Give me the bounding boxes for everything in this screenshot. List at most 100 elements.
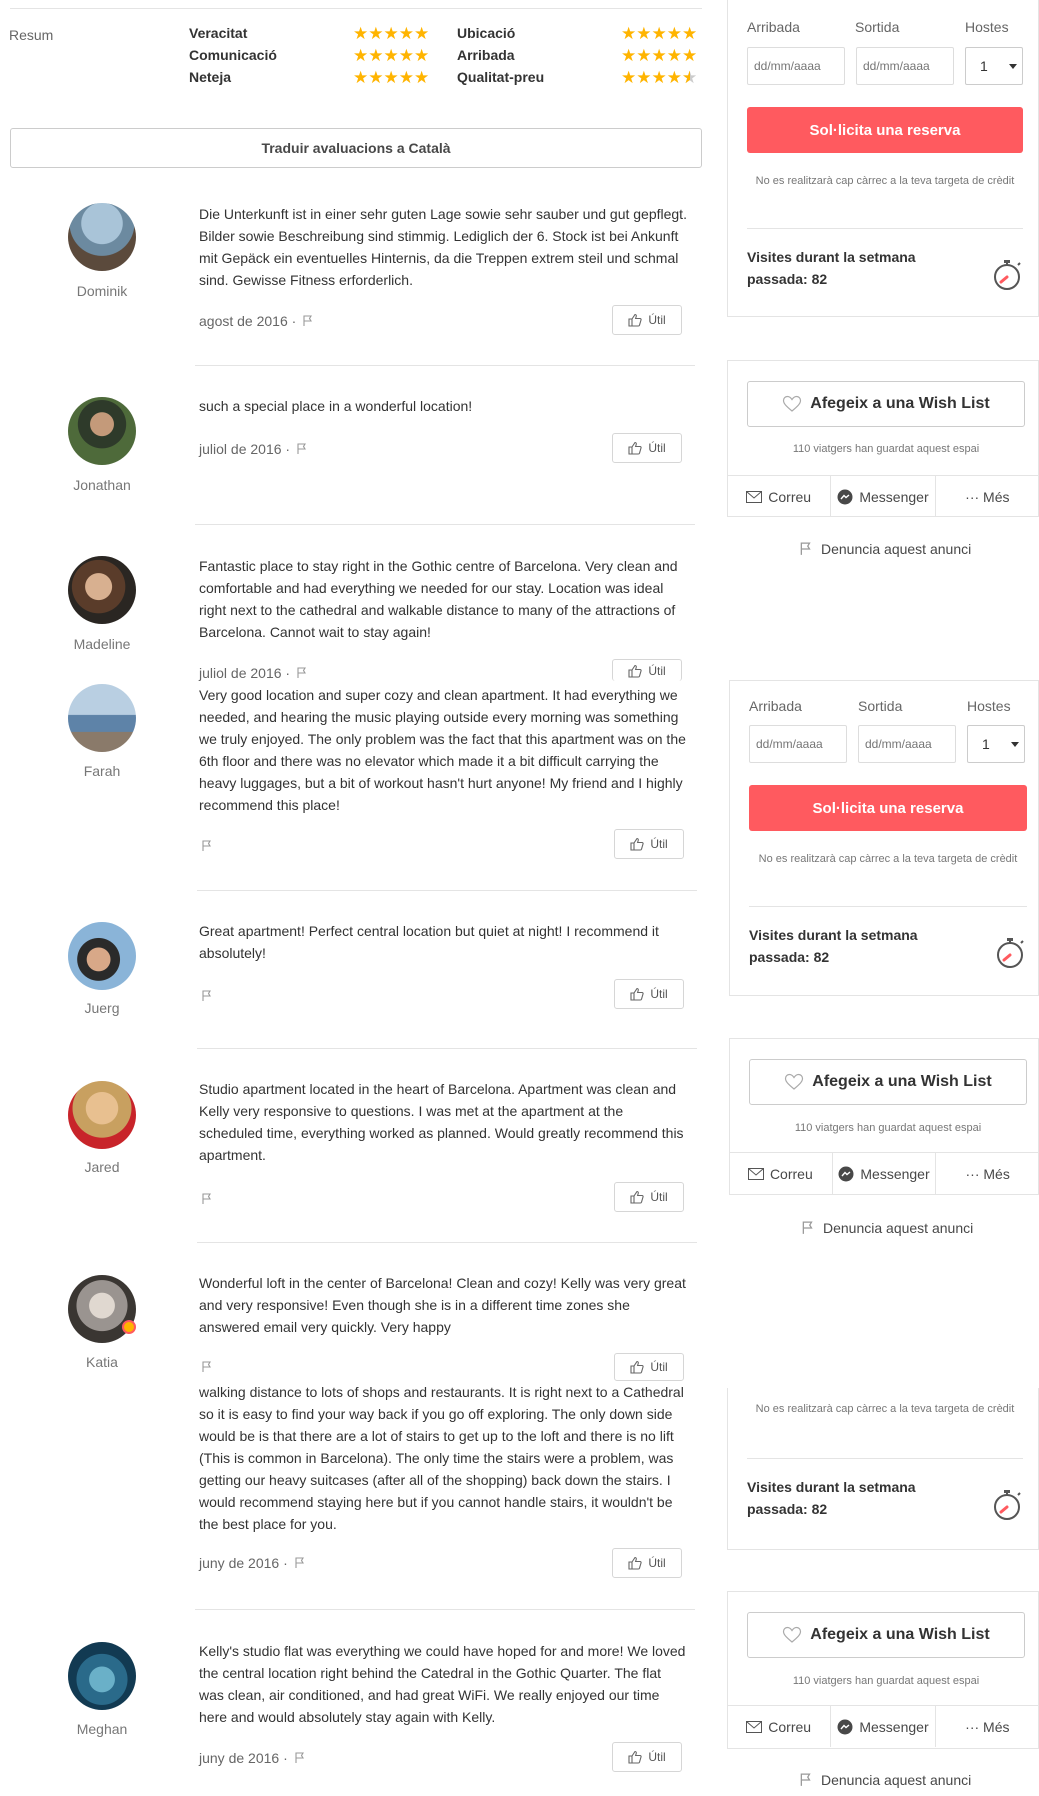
review-date	[199, 988, 213, 1004]
review-text: Kelly's studio flat was everything we co…	[199, 1643, 686, 1725]
flag-icon[interactable]	[294, 1557, 306, 1569]
thumbs-up-icon	[628, 1556, 642, 1570]
add-to-wishlist-button[interactable]: Afegeix a una Wish List	[749, 1059, 1027, 1105]
helpful-button[interactable]: Útil	[612, 433, 682, 463]
guests-value: 1	[980, 58, 988, 74]
share-messenger-label: Messenger	[859, 1718, 929, 1735]
thumbs-up-icon	[628, 313, 642, 327]
reviewer-name[interactable]: Jonathan	[52, 477, 152, 493]
flag-icon	[801, 1221, 815, 1235]
no-charge-note: No es realitzarà cap càrrec a la teva ta…	[758, 853, 1018, 865]
wishlist-label: Afegeix a una Wish List	[810, 1626, 990, 1643]
request-booking-button[interactable]: Sol·licita una reserva	[749, 785, 1027, 831]
flag-icon[interactable]	[201, 1361, 213, 1373]
guests-select[interactable]: 1	[967, 725, 1025, 763]
reviewer-name[interactable]: Dominik	[52, 283, 152, 299]
flag-icon[interactable]	[296, 667, 308, 679]
helpful-button[interactable]: Útil	[612, 659, 682, 681]
departure-date-input[interactable]	[858, 725, 956, 763]
saved-count: 110 viatgers han guardat aquest espai	[792, 443, 980, 455]
flag-icon[interactable]	[294, 1752, 306, 1764]
review-date-text: juliol de 2016 ·	[199, 441, 291, 457]
thumbs-up-icon	[628, 664, 642, 678]
mail-icon	[746, 491, 762, 503]
avatar[interactable]	[68, 1642, 136, 1710]
arrival-date-input[interactable]	[747, 47, 845, 85]
share-messenger-button[interactable]: Messenger	[830, 1706, 934, 1747]
share-email-label: Correu	[769, 1165, 813, 1182]
flag-icon[interactable]	[302, 315, 314, 327]
helpful-button[interactable]: Útil	[614, 979, 684, 1009]
rating-name: Qualitat-preu	[457, 69, 545, 85]
summary-label: Resum	[9, 27, 54, 43]
flag-icon[interactable]	[201, 840, 213, 852]
review-text: Fantastic place to stay right in the Got…	[199, 558, 678, 640]
share-more-button[interactable]: ··· Més	[934, 1706, 1039, 1747]
flag-icon[interactable]	[201, 990, 213, 1002]
reviewer-name[interactable]: Madeline	[52, 636, 152, 652]
report-listing-link[interactable]: Denuncia aquest anunci	[797, 1772, 971, 1788]
helpful-button[interactable]: Útil	[614, 829, 684, 859]
share-bar: Correu Messenger ··· Més	[727, 1705, 1039, 1747]
share-messenger-button[interactable]: Messenger	[831, 1153, 936, 1194]
share-more-button[interactable]: ··· Més	[935, 1153, 1039, 1194]
flag-icon	[799, 1773, 813, 1787]
share-email-button[interactable]: Correu	[727, 1706, 830, 1747]
departure-date-input[interactable]	[856, 47, 954, 85]
reviewer-name[interactable]: Katia	[52, 1354, 152, 1370]
reviewer-name[interactable]: Meghan	[52, 1721, 152, 1737]
review-text: Great apartment! Perfect central locatio…	[199, 923, 659, 961]
messenger-icon	[838, 1166, 854, 1182]
no-charge-note: No es realitzarà cap càrrec a la teva ta…	[755, 175, 1015, 187]
report-listing-link[interactable]: Denuncia aquest anunci	[799, 1220, 973, 1236]
helpful-button[interactable]: Útil	[614, 1182, 684, 1212]
thumbs-up-icon	[630, 1190, 644, 1204]
panel-divider	[747, 1458, 1023, 1459]
weekly-visits: Visites durant la setmana passada: 82	[747, 249, 916, 287]
flag-icon[interactable]	[201, 1193, 213, 1205]
helpful-button[interactable]: Útil	[612, 1548, 682, 1578]
share-messenger-button[interactable]: Messenger	[830, 476, 934, 517]
helpful-button[interactable]: Útil	[614, 1353, 684, 1381]
star-rating: ★★★★★	[621, 46, 698, 65]
reviewer-name[interactable]: Jared	[52, 1159, 152, 1175]
avatar[interactable]	[68, 922, 136, 990]
add-to-wishlist-button[interactable]: Afegeix a una Wish List	[747, 381, 1025, 427]
share-email-button[interactable]: Correu	[727, 476, 830, 517]
avatar[interactable]	[68, 397, 136, 465]
reviewer-name[interactable]: Juerg	[52, 1000, 152, 1016]
translate-reviews-button[interactable]: Traduir avaluacions a Català	[10, 128, 702, 168]
avatar[interactable]	[68, 1081, 136, 1149]
saved-count: 110 viatgers han guardat aquest espai	[794, 1122, 982, 1134]
helpful-label: Útil	[648, 1556, 666, 1570]
review-divider	[197, 1242, 697, 1243]
share-messenger-label: Messenger	[859, 488, 929, 505]
arrival-date-input[interactable]	[749, 725, 847, 763]
helpful-label: Útil	[648, 1750, 666, 1764]
guests-select[interactable]: 1	[965, 47, 1023, 85]
rating-name: Arribada	[457, 47, 515, 63]
review-date-text: agost de 2016 ·	[199, 313, 297, 329]
flag-icon[interactable]	[296, 443, 308, 455]
helpful-label: Útil	[650, 837, 668, 851]
add-to-wishlist-button[interactable]: Afegeix a una Wish List	[747, 1612, 1025, 1658]
helpful-button[interactable]: Útil	[612, 305, 682, 335]
share-bar: Correu Messenger ··· Més	[727, 475, 1039, 517]
review-date-text: juliol de 2016 ·	[199, 665, 291, 681]
report-listing-link[interactable]: Denuncia aquest anunci	[797, 541, 971, 557]
top-divider	[10, 8, 702, 9]
review-date: juliol de 2016 ·	[199, 665, 308, 681]
avatar[interactable]	[68, 684, 136, 752]
reviewer-name[interactable]: Farah	[52, 763, 152, 779]
review-date	[199, 838, 213, 854]
share-email-label: Correu	[768, 488, 812, 505]
share-email-button[interactable]: Correu	[729, 1153, 832, 1194]
share-more-button[interactable]: ··· Més	[934, 476, 1039, 517]
helpful-label: Útil	[648, 663, 666, 678]
thumbs-up-icon	[628, 1750, 642, 1764]
helpful-button[interactable]: Útil	[612, 1742, 682, 1772]
request-booking-button[interactable]: Sol·licita una reserva	[747, 107, 1023, 153]
avatar[interactable]	[68, 556, 136, 624]
panel-divider	[749, 906, 1027, 907]
avatar[interactable]	[68, 203, 136, 271]
